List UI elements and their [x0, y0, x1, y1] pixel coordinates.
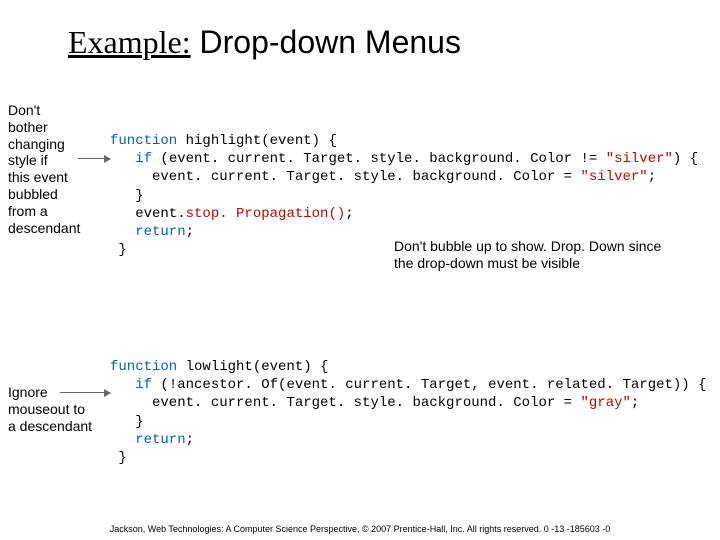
slide-title: Example: Drop-down Menus: [0, 0, 720, 61]
footer-citation: Jackson, Web Technologies: A Computer Sc…: [0, 524, 720, 534]
title-underlined: Example:: [68, 24, 191, 60]
code-block-2: function lowlight(event) { if (!ancestor…: [110, 358, 707, 467]
code-block-1: function highlight(event) { if (event. c…: [110, 132, 698, 259]
arrow-left-2: [60, 392, 110, 393]
annotation-left-1: Don't bother changing style if this even…: [8, 102, 80, 236]
title-rest: Drop-down Menus: [191, 24, 461, 60]
arrow-left-1: [78, 158, 110, 159]
